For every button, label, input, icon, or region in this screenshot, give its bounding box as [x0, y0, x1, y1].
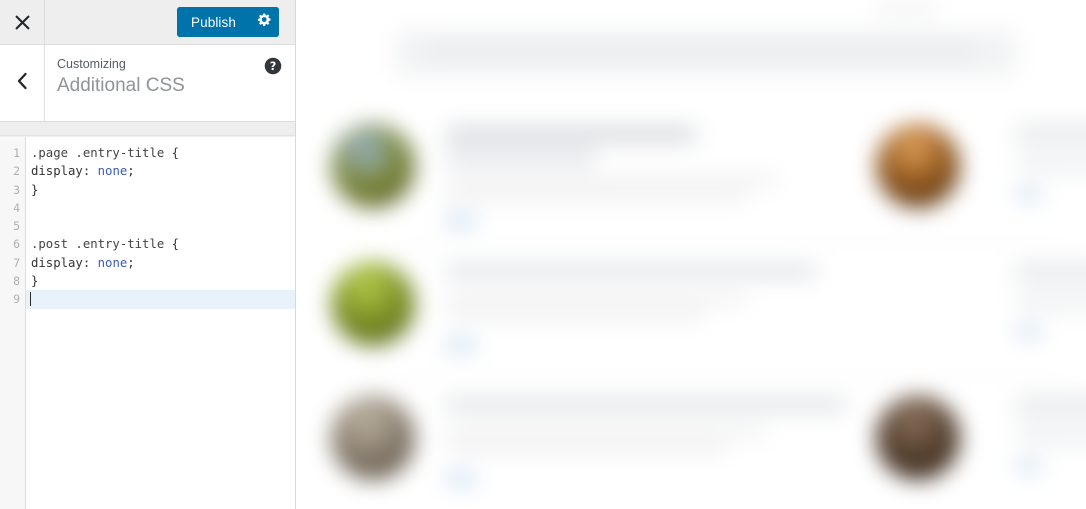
code-token-val: none	[97, 255, 128, 270]
publish-group[interactable]: Publish	[177, 7, 279, 37]
editor-toolbar-strip	[0, 122, 295, 136]
editor-line-number: 1	[13, 146, 20, 160]
editor-line-number: 2	[13, 164, 20, 179]
page-title: Additional CSS	[57, 75, 185, 96]
editor-code-line[interactable]	[26, 290, 295, 309]
chevron-left-icon	[16, 72, 28, 95]
code-token-sel: .post .entry-title	[31, 237, 172, 252]
editor-line-number: 7	[13, 255, 20, 270]
editor-code-line[interactable]: .post .entry-title {	[26, 235, 295, 253]
customizer-panel: Publish Customizing Additional CSS ? 1 2…	[0, 0, 296, 509]
close-customizer-button[interactable]	[0, 0, 45, 44]
gear-icon	[257, 12, 272, 32]
editor-code-line[interactable]: }	[26, 181, 295, 199]
publish-settings-button[interactable]	[249, 7, 279, 37]
list-item[interactable]	[296, 110, 1086, 246]
section-header-text: Customizing Additional CSS ?	[45, 45, 295, 121]
preview-header-text	[426, 44, 976, 57]
customizer-section-header: Customizing Additional CSS ?	[0, 45, 295, 122]
avatar	[876, 262, 960, 346]
svg-text:?: ?	[270, 60, 277, 73]
editor-line-numbers: 1 2 3 4 5 6 7 8 9	[0, 137, 26, 509]
editor-code-line[interactable]	[26, 217, 295, 235]
code-token-val: none	[97, 164, 128, 179]
additional-css-editor[interactable]: 123456789 .page .entry-title {display: n…	[0, 136, 295, 509]
editor-line-number: 8	[13, 274, 20, 289]
site-preview-content	[296, 0, 1086, 509]
list-item[interactable]	[296, 382, 1086, 509]
editor-code-line[interactable]: .page .entry-title {	[26, 144, 295, 162]
editor-code-line[interactable]: }	[26, 272, 295, 290]
text-cursor	[30, 292, 31, 307]
publish-button[interactable]: Publish	[177, 7, 249, 37]
site-preview[interactable]	[296, 0, 1086, 509]
code-token-punc: ;	[127, 164, 135, 179]
preview-top-cap	[876, 0, 936, 16]
back-button[interactable]	[0, 45, 45, 121]
editor-code-line[interactable]	[26, 199, 295, 217]
breadcrumb: Customizing	[57, 57, 126, 71]
code-token-sel: .page .entry-title	[31, 146, 172, 160]
code-token-punc: {	[171, 237, 180, 252]
code-token-prop: display:	[31, 164, 98, 179]
editor-code-area[interactable]: .page .entry-title {display: none;} .pos…	[26, 137, 295, 509]
editor-code-line[interactable]: display: none;	[26, 162, 295, 180]
close-icon	[15, 15, 30, 30]
avatar	[331, 124, 415, 208]
customizer-topbar: Publish	[0, 0, 295, 45]
help-button[interactable]: ?	[264, 57, 282, 75]
editor-line-number: 9	[13, 292, 20, 307]
code-token-punc: }	[31, 182, 39, 197]
topbar-actions: Publish	[45, 0, 295, 44]
editor-code-line[interactable]: display: none;	[26, 254, 295, 272]
editor-line-number: 4	[13, 200, 20, 215]
code-token-punc: {	[171, 146, 180, 160]
avatar	[331, 262, 415, 346]
avatar	[876, 124, 960, 208]
code-token-punc: ;	[127, 255, 135, 270]
editor-line-number: 6	[13, 237, 20, 252]
editor-line-number: 3	[13, 182, 20, 197]
customizer-screen: Publish Customizing Additional CSS ? 1 2…	[0, 0, 1086, 509]
code-token-prop: display:	[31, 255, 98, 270]
avatar	[331, 396, 415, 480]
avatar	[876, 396, 960, 480]
code-token-punc: }	[31, 274, 39, 289]
preview-header-block	[396, 30, 1016, 76]
help-circle-icon: ?	[264, 57, 282, 79]
list-item[interactable]	[296, 248, 1086, 384]
editor-line-number: 5	[13, 219, 20, 234]
